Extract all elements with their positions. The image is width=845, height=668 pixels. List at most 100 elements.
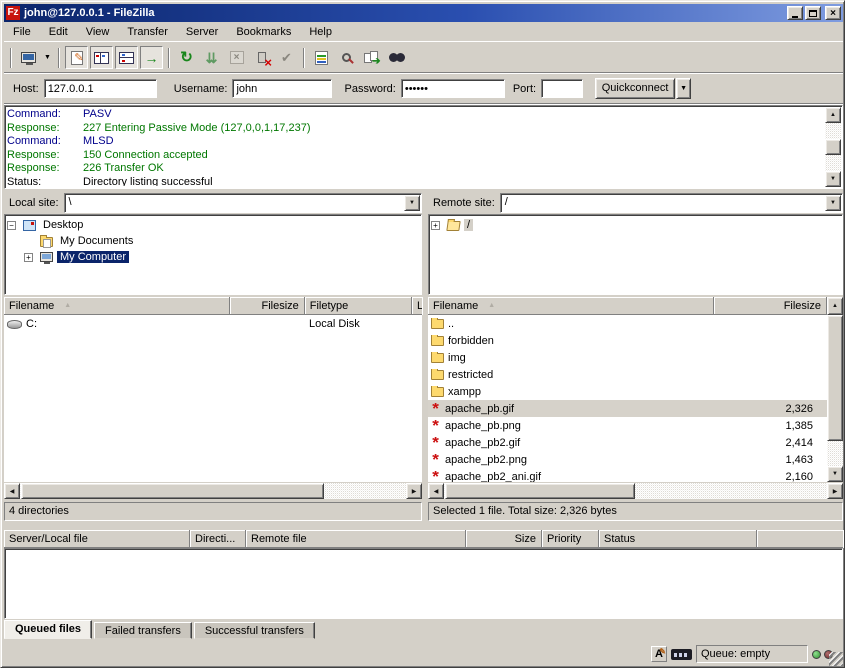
disconnect-button[interactable]: × <box>250 46 273 69</box>
remote-file-row[interactable]: *apache_pb2_ani.gif 2,160 <box>428 468 827 482</box>
menu-transfer[interactable]: Transfer <box>118 24 177 40</box>
local-site-combo[interactable]: \ ▼ <box>64 193 422 213</box>
remote-vscrollbar[interactable]: ▼ <box>827 315 843 482</box>
tree-item-my-documents[interactable]: My Documents <box>7 233 419 249</box>
combo-dropdown-icon[interactable]: ▼ <box>404 195 420 211</box>
disconnect-icon: × <box>264 57 272 69</box>
title-bar[interactable]: Fz john@127.0.0.1 - FileZilla × <box>4 4 843 22</box>
scroll-down-icon[interactable]: ▼ <box>827 466 843 482</box>
minimize-button[interactable] <box>787 6 803 20</box>
tab-failed-transfers[interactable]: Failed transfers <box>94 622 192 639</box>
quickconnect-button[interactable]: Quickconnect <box>595 78 675 99</box>
local-site-value: \ <box>69 196 72 208</box>
tree-item-my-computer[interactable]: + My Computer <box>7 249 419 265</box>
toggle-message-log-button[interactable]: ✎ <box>65 46 88 69</box>
menu-server[interactable]: Server <box>177 24 227 40</box>
toggle-remote-tree-button[interactable] <box>115 46 138 69</box>
cancel-icon: × <box>230 51 244 64</box>
queue-list[interactable] <box>4 548 843 619</box>
message-log: Command:PASV Response:227 Entering Passi… <box>4 105 843 189</box>
filezilla-logo-icon[interactable]: Fz <box>6 6 20 20</box>
remote-file-row-selected[interactable]: *apache_pb.gif 2,326 <box>428 400 827 417</box>
remote-file-row[interactable]: xampp <box>428 383 827 400</box>
scroll-left-icon[interactable]: ◀ <box>428 483 444 499</box>
scroll-right-icon[interactable]: ▶ <box>406 483 422 499</box>
toggle-transfer-queue-button[interactable]: → <box>140 46 163 69</box>
remote-file-row[interactable]: .. <box>428 315 827 332</box>
menu-bookmarks[interactable]: Bookmarks <box>227 24 300 40</box>
local-column-filesize[interactable]: Filesize <box>230 297 304 315</box>
remote-directory-tree: + / <box>428 214 843 295</box>
local-column-lastmodified[interactable]: L <box>412 297 422 315</box>
scroll-down-icon[interactable]: ▼ <box>825 171 841 187</box>
scroll-thumb[interactable] <box>445 483 635 499</box>
password-input[interactable] <box>401 79 505 98</box>
cancel-button[interactable]: × <box>225 46 248 69</box>
quickconnect-dropdown-button[interactable]: ▼ <box>676 78 691 99</box>
host-input[interactable] <box>44 79 157 98</box>
refresh-button[interactable]: ↻ <box>175 46 198 69</box>
menu-help[interactable]: Help <box>300 24 341 40</box>
scroll-thumb[interactable] <box>21 483 324 499</box>
remote-site-combo[interactable]: / ▼ <box>500 193 843 213</box>
local-file-row[interactable]: C: Local Disk <box>4 315 422 332</box>
local-hscrollbar[interactable]: ◀ ▶ <box>4 483 422 499</box>
indicator-badge-icon[interactable] <box>671 649 692 660</box>
tab-successful-transfers[interactable]: Successful transfers <box>194 622 315 639</box>
remote-file-row[interactable]: img <box>428 349 827 366</box>
remote-file-row[interactable]: *apache_pb2.png 1,463 <box>428 451 827 468</box>
scroll-thumb[interactable] <box>825 139 841 155</box>
remote-file-row[interactable]: restricted <box>428 366 827 383</box>
tree-item-desktop[interactable]: − Desktop <box>7 217 419 233</box>
remote-site-value: / <box>505 196 508 208</box>
transfer-type-indicator[interactable]: A✎ <box>651 646 667 662</box>
scroll-left-icon[interactable]: ◀ <box>4 483 20 499</box>
username-input[interactable] <box>232 79 332 98</box>
queue-column-remote-file[interactable]: Remote file <box>246 530 466 548</box>
toggle-local-tree-button[interactable] <box>90 46 113 69</box>
resize-grip[interactable] <box>829 652 843 666</box>
remote-file-row[interactable]: forbidden <box>428 332 827 349</box>
process-queue-button[interactable]: ⇊ <box>200 46 223 69</box>
filter-button[interactable] <box>310 46 333 69</box>
site-manager-dropdown-button[interactable]: ▼ <box>41 46 54 69</box>
queue-column-status[interactable]: Status <box>599 530 757 548</box>
scroll-thumb[interactable] <box>827 315 843 441</box>
scroll-track[interactable] <box>827 441 843 466</box>
find-button[interactable] <box>385 46 408 69</box>
site-manager-button[interactable] <box>17 46 40 69</box>
collapse-icon[interactable]: − <box>7 221 16 230</box>
scroll-up-icon[interactable]: ▲ <box>827 297 843 315</box>
menu-view[interactable]: View <box>77 24 119 40</box>
close-button[interactable]: × <box>825 6 841 20</box>
remote-file-row[interactable]: *apache_pb2.gif 2,414 <box>428 434 827 451</box>
compare-button[interactable] <box>335 46 358 69</box>
queue-column-direction[interactable]: Directi... <box>190 530 246 548</box>
compare-magnifier-icon <box>342 53 351 62</box>
remote-column-filename[interactable]: Filename▲ <box>428 297 714 315</box>
menu-file[interactable]: File <box>4 24 40 40</box>
queue-column-size[interactable]: Size <box>466 530 542 548</box>
reconnect-button[interactable]: ✔ <box>275 46 298 69</box>
desktop-icon <box>23 220 36 231</box>
tree-item-root[interactable]: + / <box>431 217 840 233</box>
folder-icon <box>431 353 444 363</box>
log-vscrollbar[interactable]: ▲ ▼ <box>825 107 841 187</box>
combo-dropdown-icon[interactable]: ▼ <box>825 195 841 211</box>
queue-column-priority[interactable]: Priority <box>542 530 599 548</box>
remote-file-row[interactable]: *apache_pb.png 1,385 <box>428 417 827 434</box>
local-column-filetype[interactable]: Filetype <box>305 297 412 315</box>
tab-queued-files[interactable]: Queued files <box>4 620 92 639</box>
scroll-up-icon[interactable]: ▲ <box>825 107 841 123</box>
expand-icon[interactable]: + <box>24 253 33 262</box>
maximize-button[interactable] <box>805 6 821 20</box>
port-input[interactable] <box>541 79 583 98</box>
menu-edit[interactable]: Edit <box>40 24 77 40</box>
expand-icon[interactable]: + <box>431 221 440 230</box>
scroll-right-icon[interactable]: ▶ <box>827 483 843 499</box>
remote-column-filesize[interactable]: Filesize <box>714 297 827 315</box>
sync-browsing-button[interactable]: ➔ <box>360 46 383 69</box>
remote-hscrollbar[interactable]: ◀ ▶ <box>428 483 843 499</box>
local-column-filename[interactable]: Filename▲ <box>4 297 230 315</box>
queue-column-local-file[interactable]: Server/Local file <box>4 530 190 548</box>
